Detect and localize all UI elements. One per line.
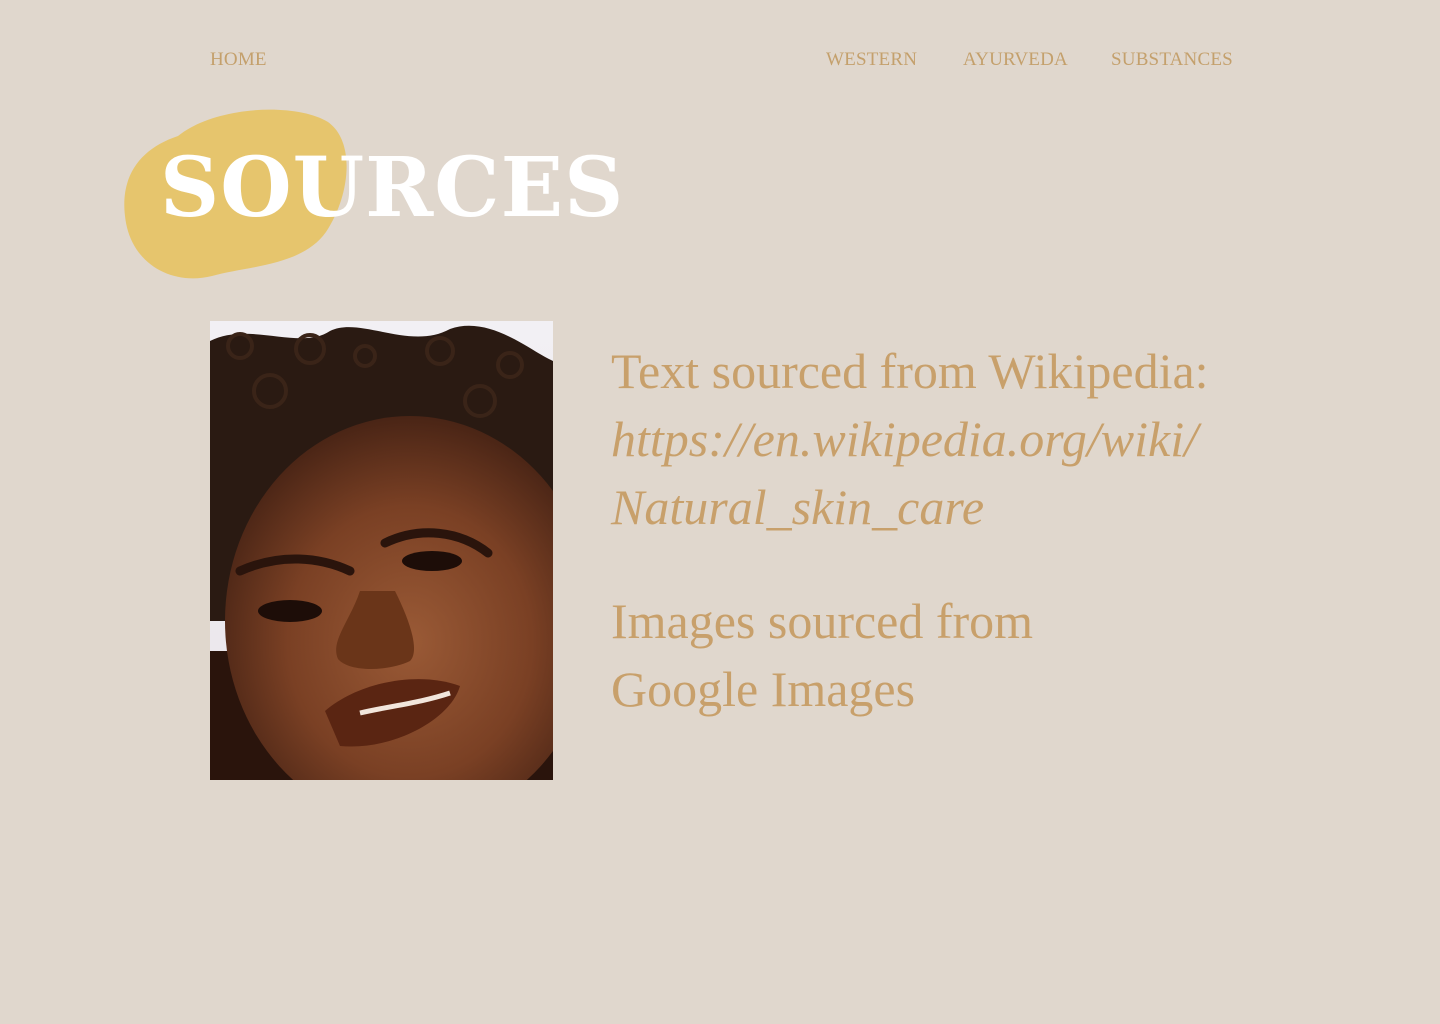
text-source-label: Text sourced from Wikipedia:: [611, 343, 1209, 399]
wikipedia-url-link-continued[interactable]: Natural_skin_care: [611, 473, 1251, 541]
portrait-photo: [210, 321, 553, 780]
nav-substances-link[interactable]: SUBSTANCES: [1111, 48, 1233, 72]
wikipedia-url-link[interactable]: https://en.wikipedia.org/wiki/: [611, 405, 1251, 473]
nav-ayurveda-link[interactable]: AYURVEDA: [963, 48, 1068, 72]
image-source-block: Images sourced from Google Images: [611, 587, 1251, 723]
nav-home-link[interactable]: HOME: [210, 48, 267, 72]
nav-western-link[interactable]: WESTERN: [826, 48, 917, 72]
text-source-block: Text sourced from Wikipedia: https://en.…: [611, 337, 1251, 541]
page-title: SOURCES: [160, 140, 625, 236]
image-source-label-line2: Google Images: [611, 661, 916, 717]
image-source-label-line1: Images sourced from: [611, 593, 1034, 649]
sources-content: Text sourced from Wikipedia: https://en.…: [611, 337, 1251, 723]
